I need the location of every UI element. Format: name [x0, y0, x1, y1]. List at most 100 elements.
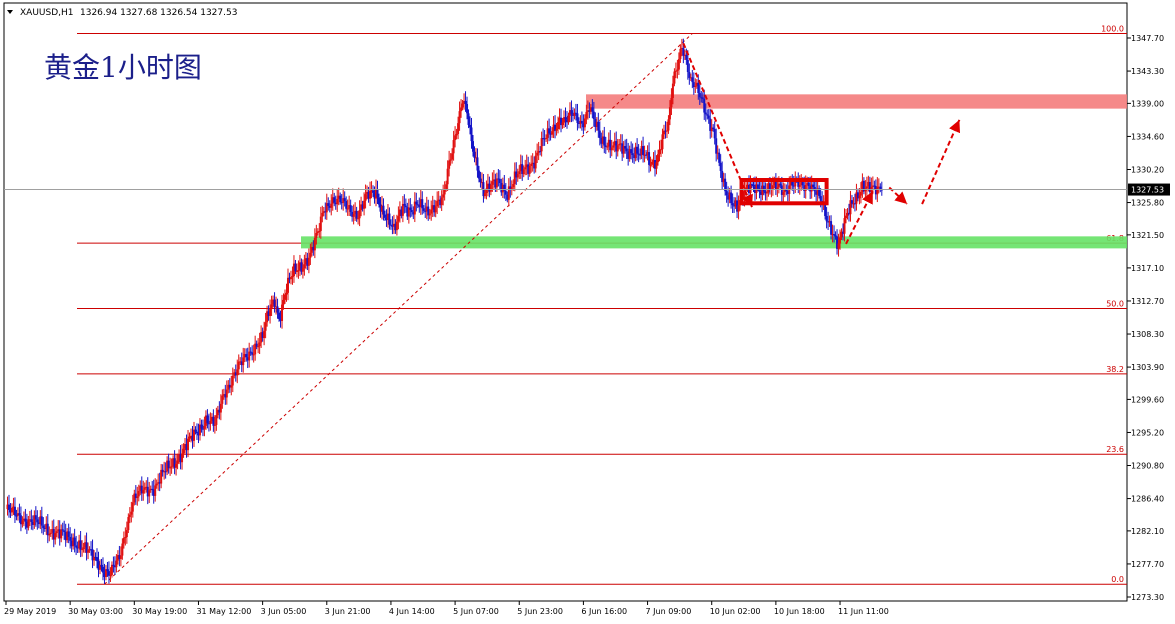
candle-body [376, 189, 379, 198]
candle-body [291, 276, 294, 278]
candle-body [409, 207, 412, 211]
symbol-label: XAUUSD,H1 [20, 8, 74, 18]
candle-body [637, 153, 640, 155]
candle-body [458, 111, 461, 124]
candle-body [195, 431, 198, 434]
candle-body [109, 574, 112, 576]
candle-body [428, 213, 431, 216]
candle-body [115, 560, 118, 568]
candle-body [555, 128, 558, 131]
candle-body [81, 549, 84, 551]
candle-body [30, 519, 33, 522]
candle-body [657, 154, 660, 163]
candle-body [397, 216, 400, 222]
candle-body [670, 97, 673, 108]
candle-body [242, 357, 245, 366]
candle-body [245, 354, 248, 358]
candle-body [309, 252, 312, 258]
candle-body [455, 133, 458, 136]
candle-body [603, 136, 606, 146]
candle-body [282, 299, 285, 305]
candle-body [182, 448, 185, 454]
candle-body [879, 186, 882, 190]
candle-body [436, 200, 439, 207]
candle-body [87, 550, 90, 553]
candle-body [100, 564, 103, 567]
candle-body [545, 137, 548, 140]
candle-body [112, 564, 115, 566]
candle-body [719, 162, 722, 171]
candle-body [372, 190, 375, 193]
x-tick-label: 4 Jun 14:00 [389, 607, 435, 616]
x-tick-label: 10 Jun 18:00 [774, 607, 825, 616]
candle-body [677, 59, 680, 70]
candle-body [110, 564, 113, 575]
candle-body [333, 197, 336, 203]
candle-body [285, 292, 288, 295]
candle-body [125, 530, 128, 538]
candle-body [616, 145, 619, 152]
candle-body [682, 47, 685, 56]
y-tick-label: 1286.40 [1131, 495, 1164, 504]
candle-body [303, 264, 306, 268]
candle-body [779, 183, 782, 186]
y-tick-label: 1325.80 [1131, 199, 1164, 208]
candle-body [286, 277, 289, 293]
candle-body [336, 198, 339, 205]
candle-body [612, 145, 615, 148]
candle-body [363, 200, 366, 209]
y-tick-label: 1282.10 [1131, 527, 1164, 536]
candle-body [237, 361, 240, 370]
candle-body [167, 460, 170, 469]
candle-body [60, 529, 63, 539]
candle-body [460, 107, 463, 112]
candle-body [352, 214, 355, 217]
candle-body [756, 184, 759, 189]
candle-body [127, 517, 130, 531]
candle-body [691, 77, 694, 83]
candle-body [445, 184, 448, 189]
candle-body [642, 146, 645, 156]
candle-body [34, 515, 37, 520]
candle-body [606, 146, 609, 148]
candle-body [518, 171, 521, 175]
candle-body [307, 257, 310, 266]
candle-body [440, 197, 443, 206]
candle-body [674, 70, 677, 72]
candle-body [36, 519, 39, 523]
candle-body [745, 187, 748, 191]
candle-body [357, 218, 360, 220]
candle-body [768, 183, 771, 190]
candle-body [248, 351, 251, 361]
candle-body [712, 127, 715, 130]
candle-body [667, 119, 670, 131]
candle-body [624, 146, 627, 149]
candle-body [364, 194, 367, 201]
candle-body [13, 506, 16, 516]
candle-body [762, 185, 765, 192]
candle-body [301, 267, 304, 272]
candle-body [850, 200, 853, 204]
candle-body [422, 208, 425, 211]
candle-body [321, 212, 324, 217]
x-tick-label: 30 May 03:00 [68, 607, 123, 616]
candle-body [215, 415, 218, 425]
candle-body [451, 153, 454, 160]
candle-body [631, 153, 634, 155]
candle-body [489, 184, 492, 192]
candle-body [671, 83, 674, 98]
x-tick-label: 10 Jun 02:00 [710, 607, 761, 616]
candle-body [404, 205, 407, 208]
candle-body [504, 190, 507, 195]
candle-body [765, 192, 768, 194]
y-tick-label: 1343.30 [1131, 67, 1164, 76]
candle-body [859, 191, 862, 196]
fib-label-0.0: 0.0 [1111, 575, 1124, 584]
candle-body [704, 112, 707, 115]
candle-body [415, 201, 418, 205]
candle-body [21, 520, 24, 525]
fib-label-50.0: 50.0 [1106, 299, 1124, 308]
candle-body [327, 203, 330, 206]
candle-body [561, 122, 564, 126]
candle-body [659, 149, 662, 151]
